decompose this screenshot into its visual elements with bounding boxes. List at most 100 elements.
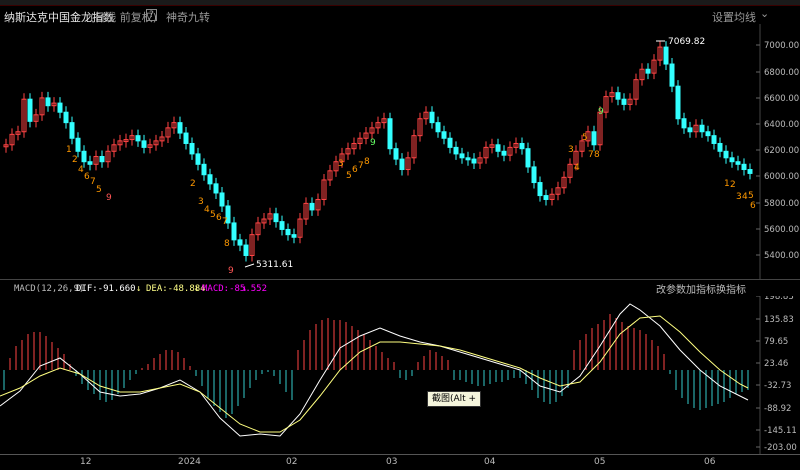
nine-turn-marker: 7 (588, 150, 594, 160)
nine-turn-marker: 5 (582, 133, 588, 143)
nine-turn-marker: 8 (594, 150, 600, 160)
chart-header: 纳斯达克中国金龙指数 (日线 前复权) ? 神奇九转 设置均线 ⌄ (0, 6, 800, 25)
time-label: 06 (704, 457, 716, 467)
macd-tick-label: -145.11 (764, 426, 797, 436)
candle-body (447, 137, 453, 148)
time-label: 03 (386, 457, 398, 467)
candle-body (543, 195, 549, 200)
nine-turn-marker: 3 (736, 192, 742, 202)
nine-turn-marker: 1 (66, 145, 72, 155)
candle-body (717, 142, 723, 152)
candle-body (669, 63, 675, 87)
candle-body (525, 148, 531, 168)
price-tick-label: 6800.00 (764, 68, 799, 78)
candle-body (675, 85, 681, 120)
candle-body (393, 148, 399, 160)
candle-body (237, 239, 243, 246)
nine-turn-marker: 7 (358, 161, 364, 171)
candle-body (243, 244, 249, 256)
time-axis: 12 2024 02 03 04 05 06 (0, 454, 800, 470)
candle-body (63, 111, 69, 124)
candle-body (459, 153, 465, 159)
help-button[interactable]: ? (146, 9, 157, 21)
candle-body (87, 161, 93, 165)
nine-turn-marker: 4 (574, 163, 580, 173)
candle-body (183, 132, 189, 144)
candle-body (495, 144, 501, 152)
indicator-label[interactable]: 神奇九转 (166, 9, 210, 25)
candle-body (141, 140, 147, 148)
candle-body (285, 228, 291, 236)
nine-turn-marker: 5 (96, 185, 102, 195)
macd-tick-label: 135.83 (764, 315, 794, 325)
candle-body (231, 222, 237, 241)
price-tick-label: 6400.00 (764, 120, 799, 130)
macd-tick-label: -203.00 (764, 443, 797, 453)
candle-body (213, 183, 219, 194)
candle-body (699, 124, 705, 133)
nine-turn-marker: 3 (338, 159, 344, 169)
edit-params-button[interactable]: 改参数 (656, 281, 686, 296)
chevron-down-icon[interactable]: ⌄ (760, 7, 769, 20)
ma-settings-button[interactable]: 设置均线 (712, 9, 756, 25)
candle-body (27, 98, 33, 122)
candle-body (705, 131, 711, 137)
nine-turn-marker: 8 (364, 157, 370, 167)
candle-body (441, 131, 447, 139)
candle-body (309, 202, 315, 211)
macd-chart[interactable]: 198.83 135.83 79.65 23.46 -32.73 -88.92 -145.1… (0, 296, 800, 456)
low-annotation: 5311.61 (244, 260, 293, 270)
time-label: 05 (594, 457, 606, 467)
price-tick-label: 7000.00 (764, 41, 799, 51)
candle-body (429, 111, 435, 124)
candle-body (399, 158, 405, 171)
candle-body (273, 213, 279, 223)
add-indicator-button[interactable]: 加指标 (686, 281, 716, 296)
dif-value: DIF:-91.660 (76, 284, 136, 294)
nine-turn-marker: 5 (210, 210, 216, 220)
macd-tick-label: 198.83 (764, 296, 794, 302)
nine-turn-marker: 8 (224, 239, 230, 249)
candle-body (741, 163, 747, 171)
candle-body (681, 118, 687, 129)
candle-body (291, 234, 297, 238)
candle-body (195, 153, 201, 165)
nine-turn-marker: 9 (598, 107, 604, 117)
candle-body (747, 169, 753, 174)
time-label: 02 (286, 457, 298, 467)
candle-body (471, 158, 477, 164)
candle-body (711, 135, 717, 144)
macd-arrow: ↓ (242, 284, 248, 294)
macd-tick-label: -88.92 (764, 404, 791, 414)
dea-arrow: ↓ (194, 284, 200, 294)
price-tick-label: 6000.00 (764, 172, 799, 182)
nine-turn-marker: 3 (198, 197, 204, 207)
high-annotation: 7069.82 (656, 37, 705, 47)
nine-turn-marker: 7 (90, 177, 96, 187)
candle-body (99, 156, 105, 163)
price-tick-label: 6200.00 (764, 146, 799, 156)
nine-turn-marker: 2 (730, 180, 736, 190)
nine-turn-marker: 6 (750, 201, 756, 211)
nine-turn-marker: 1 (724, 179, 730, 189)
dif-arrow: ↓ (136, 284, 142, 294)
candle-body (435, 122, 441, 133)
candle-body (519, 142, 525, 150)
candle-body (531, 166, 537, 184)
switch-indicator-button[interactable]: 换指标 (716, 281, 746, 296)
macd-value: MACD:-85.552 (202, 284, 268, 294)
nine-turn-marker: 3 (568, 145, 574, 155)
macd-tick-label: 23.46 (764, 359, 788, 369)
macd-label: MACD(12,26,9) (14, 284, 85, 294)
candle-body (621, 98, 627, 105)
candle-body (387, 118, 393, 150)
candle-body (135, 135, 141, 142)
price-tick-label: 6600.00 (764, 94, 799, 104)
price-tick-label: 5800.00 (764, 199, 799, 209)
low-value-label: 5311.61 (256, 260, 293, 270)
time-label: 2024 (178, 457, 201, 467)
price-chart[interactable]: 7000.00 6800.00 6600.00 6400.00 6200.00 6000.… (0, 24, 800, 284)
price-tick-label: 5400.00 (764, 251, 799, 261)
nine-turn-marker: 7 (222, 217, 228, 227)
nine-turn-marker: 9 (228, 266, 234, 276)
